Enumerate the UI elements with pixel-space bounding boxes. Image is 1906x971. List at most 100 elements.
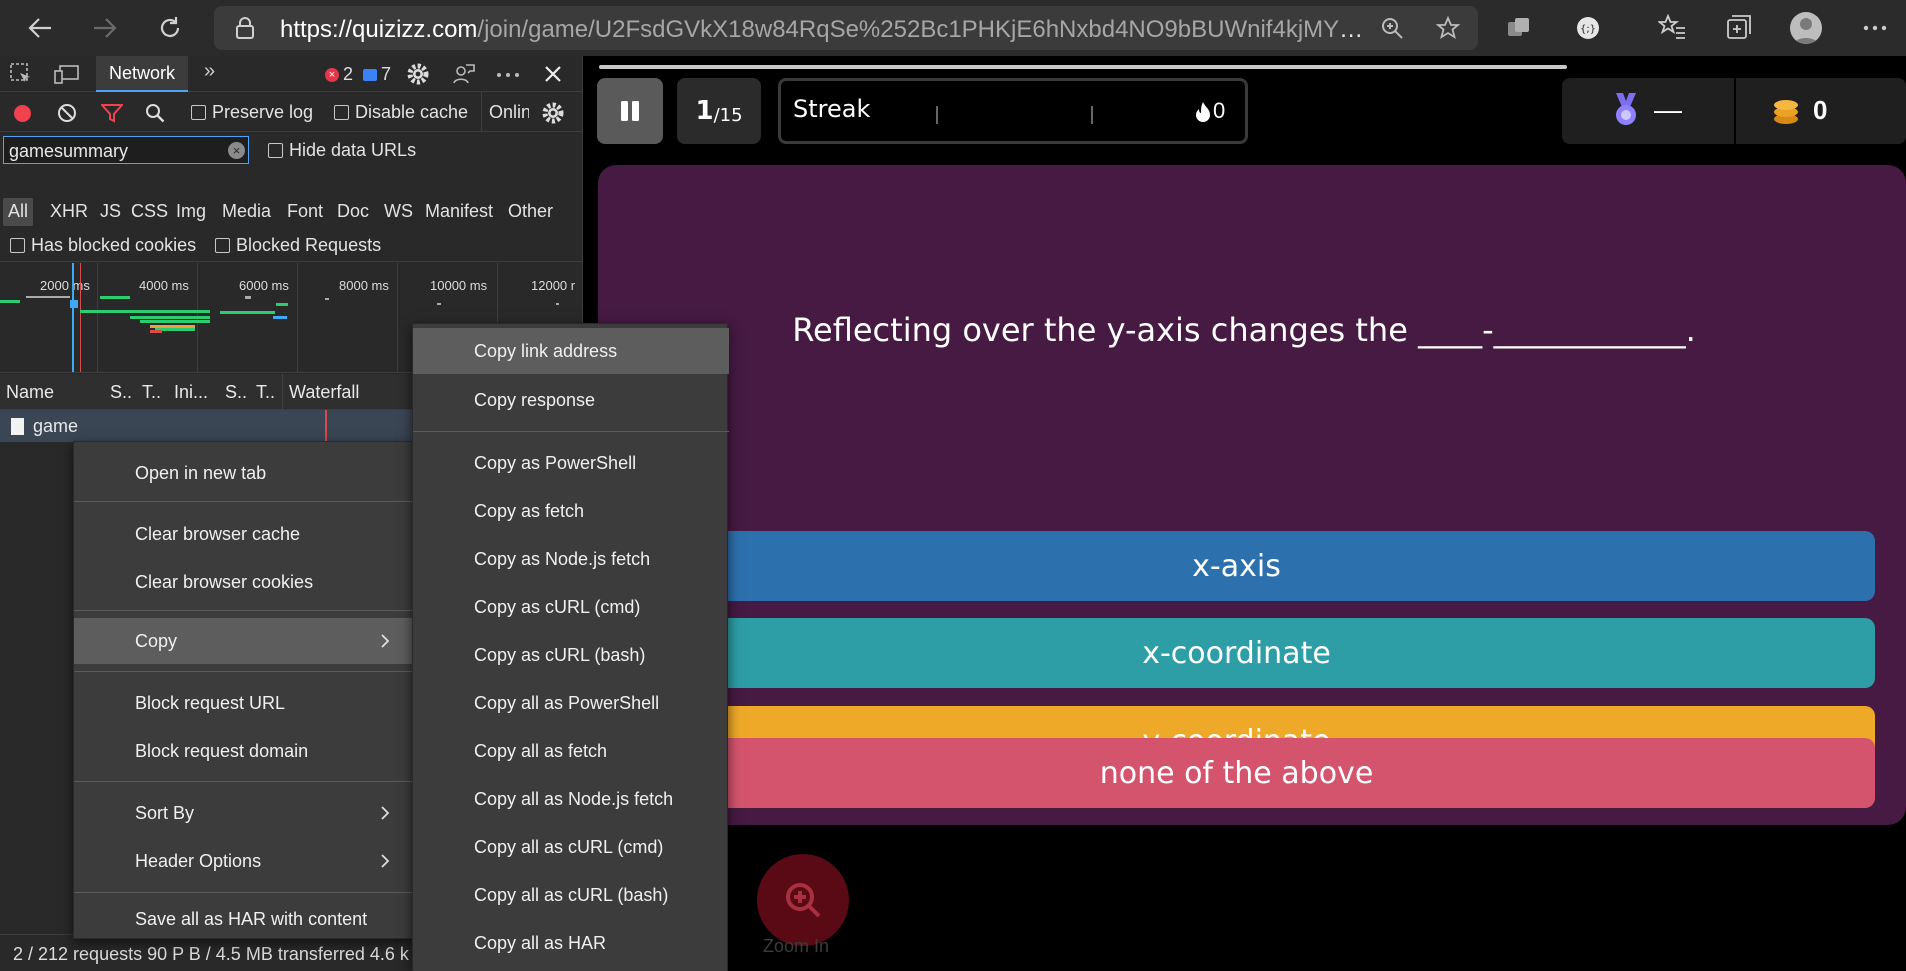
- type-filter-img[interactable]: Img: [176, 201, 206, 222]
- zoom-in-button[interactable]: [757, 854, 849, 946]
- disable-cache-checkbox[interactable]: Disable cache: [334, 102, 468, 123]
- more-menu-icon[interactable]: [1862, 24, 1888, 32]
- favorite-star-icon[interactable]: [1436, 16, 1460, 40]
- filter-funnel-icon[interactable]: [101, 103, 123, 123]
- collections-icon[interactable]: [1726, 14, 1752, 40]
- submenu-copy-link-address[interactable]: Copy link address: [413, 328, 729, 374]
- submenu-copy-as-fetch[interactable]: Copy as fetch: [413, 488, 729, 534]
- submenu-copy-all-as-nodejs-fetch[interactable]: Copy all as Node.js fetch: [413, 776, 729, 822]
- pause-icon: [621, 101, 639, 121]
- question-text: Reflecting over the y-axis changes the _…: [792, 311, 1696, 349]
- type-filter-js[interactable]: JS: [100, 201, 121, 222]
- menu-clear-browser-cookies[interactable]: Clear browser cookies: [74, 559, 414, 605]
- type-filter-css[interactable]: CSS: [131, 201, 168, 222]
- blocked-requests-checkbox[interactable]: Blocked Requests: [215, 235, 381, 256]
- type-filter-doc[interactable]: Doc: [337, 201, 369, 222]
- timeline-bar: [276, 303, 288, 306]
- submenu-copy-as-curl-bash[interactable]: Copy as cURL (bash): [413, 632, 729, 678]
- column-size[interactable]: S..: [225, 382, 247, 403]
- extensions-icon[interactable]: [1506, 16, 1532, 40]
- submenu-copy-as-curl-cmd[interactable]: Copy as cURL (cmd): [413, 584, 729, 630]
- submenu-copy-as-powershell[interactable]: Copy as PowerShell: [413, 440, 729, 486]
- column-type[interactable]: T..: [142, 382, 161, 403]
- submenu-copy-as-nodejs-fetch[interactable]: Copy as Node.js fetch: [413, 536, 729, 582]
- menu-header-options[interactable]: Header Options: [74, 838, 414, 884]
- clear-filter-icon[interactable]: ×: [228, 142, 245, 159]
- message-icon: [363, 68, 378, 81]
- forward-button[interactable]: [86, 9, 124, 47]
- tab-network[interactable]: Network: [96, 56, 188, 92]
- submenu-copy-all-as-har[interactable]: Copy all as HAR: [413, 920, 729, 966]
- column-time[interactable]: T..: [256, 382, 275, 403]
- submenu-copy-all-as-fetch[interactable]: Copy all as fetch: [413, 728, 729, 774]
- streak-divider: [1091, 106, 1093, 124]
- feedback-icon[interactable]: [452, 62, 476, 86]
- filter-input[interactable]: gamesummary ×: [3, 136, 249, 164]
- checkbox-icon: [334, 105, 349, 120]
- hide-data-urls-checkbox[interactable]: Hide data URLs: [268, 140, 416, 161]
- type-filter-all[interactable]: All: [8, 201, 28, 222]
- timeline-bar: [26, 296, 70, 298]
- blocked-requests-label: Blocked Requests: [236, 235, 382, 255]
- submenu-copy-all-as-curl-bash[interactable]: Copy all as cURL (bash): [413, 872, 729, 918]
- column-name[interactable]: Name: [6, 382, 54, 403]
- answer-option-4[interactable]: none of the above: [598, 738, 1875, 808]
- question-total: /15: [713, 104, 743, 126]
- menu-save-har[interactable]: Save all as HAR with content: [74, 901, 414, 937]
- checkbox-icon: [215, 238, 230, 253]
- record-icon[interactable]: [14, 105, 31, 122]
- issues-counter[interactable]: × 2 7: [325, 64, 391, 85]
- type-filter-other[interactable]: Other: [508, 201, 553, 222]
- clear-icon[interactable]: [57, 103, 77, 123]
- search-icon[interactable]: [145, 103, 165, 123]
- type-filter-ws[interactable]: WS: [384, 201, 413, 222]
- answer-option-2[interactable]: x-coordinate: [598, 618, 1875, 688]
- zoom-magnifier-icon[interactable]: [1380, 16, 1404, 40]
- zoom-in-icon: [786, 883, 821, 918]
- menu-open-new-tab[interactable]: Open in new tab: [74, 450, 414, 496]
- device-emulation-icon[interactable]: [54, 62, 80, 86]
- timeline-tick: 12000 r: [531, 278, 576, 293]
- question-card: Reflecting over the y-axis changes the _…: [598, 165, 1906, 825]
- throttling-select[interactable]: Onlin: [489, 102, 529, 123]
- refresh-button[interactable]: [151, 9, 189, 47]
- menu-separator: [74, 671, 414, 672]
- settings-gear-icon[interactable]: [406, 62, 430, 86]
- has-blocked-cookies-checkbox[interactable]: Has blocked cookies: [10, 235, 196, 256]
- type-filter-manifest[interactable]: Manifest: [425, 201, 493, 222]
- type-filter-media[interactable]: Media: [222, 201, 271, 222]
- type-filter-font[interactable]: Font: [287, 201, 323, 222]
- column-status[interactable]: S..: [110, 382, 132, 403]
- menu-clear-browser-cache[interactable]: Clear browser cache: [74, 511, 414, 557]
- submenu-copy-response[interactable]: Copy response: [413, 377, 729, 423]
- column-waterfall[interactable]: Waterfall: [289, 382, 359, 403]
- menu-separator: [74, 610, 414, 611]
- type-filter-xhr[interactable]: XHR: [50, 201, 88, 222]
- menu-block-request-domain[interactable]: Block request domain: [74, 728, 414, 774]
- menu-sort-by[interactable]: Sort By: [74, 790, 414, 836]
- preserve-log-checkbox[interactable]: Preserve log: [191, 102, 313, 123]
- profile-avatar[interactable]: [1790, 12, 1822, 44]
- column-initiator[interactable]: Ini...: [174, 382, 208, 403]
- extension-game-icon[interactable]: {;}: [1575, 15, 1601, 41]
- submenu-copy-all-as-curl-cmd[interactable]: Copy all as cURL (cmd): [413, 824, 729, 870]
- errors-count: 2: [343, 64, 354, 84]
- inspect-element-icon[interactable]: [9, 62, 33, 86]
- close-devtools-icon[interactable]: [543, 64, 563, 84]
- answer-option-1[interactable]: x-axis: [598, 531, 1875, 601]
- more-tabs-chevron-icon[interactable]: »: [204, 60, 215, 83]
- pause-button[interactable]: [597, 78, 663, 144]
- favorites-list-icon[interactable]: [1658, 14, 1686, 40]
- timeline-bar: [0, 300, 20, 303]
- devtools-more-icon[interactable]: [496, 72, 520, 78]
- network-settings-gear-icon[interactable]: [541, 101, 565, 125]
- submenu-copy-all-as-powershell[interactable]: Copy all as PowerShell: [413, 680, 729, 726]
- back-button[interactable]: [21, 9, 59, 47]
- timeline-bar: [556, 303, 559, 305]
- menu-separator: [413, 431, 729, 432]
- menu-copy[interactable]: Copy: [74, 618, 414, 664]
- address-bar[interactable]: https://quizizz.com/join/game/U2FsdGVkX1…: [214, 6, 1478, 50]
- menu-separator: [74, 781, 414, 782]
- context-menu: Open in new tab Clear browser cache Clea…: [73, 441, 414, 939]
- menu-block-request-url[interactable]: Block request URL: [74, 680, 414, 726]
